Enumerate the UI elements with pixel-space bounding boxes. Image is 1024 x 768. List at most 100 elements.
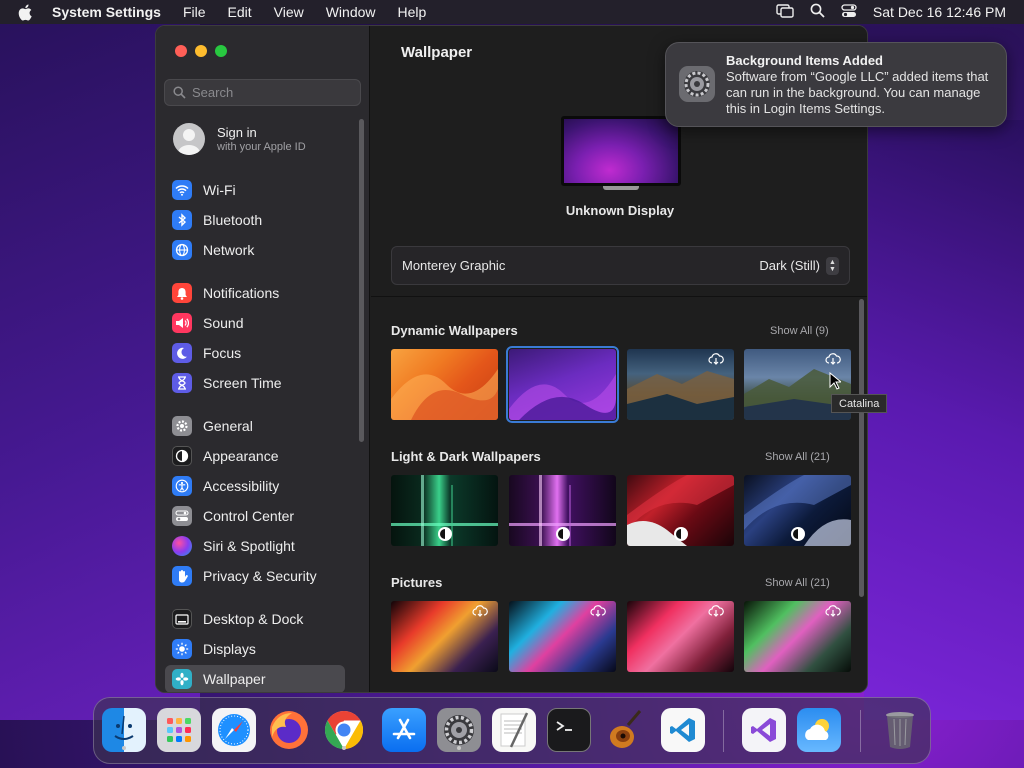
- sidebar-item-screen-time[interactable]: Screen Time: [165, 369, 345, 397]
- weather-icon: [805, 719, 829, 740]
- sidebar-item-label: Bluetooth: [203, 212, 263, 228]
- window-controls: [175, 45, 227, 57]
- wallpaper-thumb-big-sur[interactable]: [627, 349, 734, 420]
- apple-id-signin[interactable]: Sign in with your Apple ID: [173, 123, 306, 155]
- download-cloud-icon[interactable]: [472, 605, 488, 617]
- hourglass-icon: [172, 373, 192, 393]
- screen-mirroring-icon[interactable]: [776, 3, 794, 21]
- dock-garageband[interactable]: [604, 708, 648, 752]
- sidebar-item-label: Network: [203, 242, 255, 258]
- app-store-icon: [392, 718, 416, 740]
- sidebar-item-label: Notifications: [203, 285, 280, 301]
- wallpaper-thumb-picture-4[interactable]: [744, 601, 851, 672]
- bell-icon: [172, 283, 192, 303]
- dock-textedit[interactable]: [492, 708, 536, 752]
- light-dark-badge-icon: [556, 527, 570, 541]
- control-center-icon: [172, 506, 192, 526]
- sidebar-item-wifi[interactable]: Wi-Fi: [165, 176, 345, 204]
- dock-system-settings[interactable]: [437, 708, 481, 752]
- dock-app-store[interactable]: [382, 708, 426, 752]
- sidebar-item-control-center[interactable]: Control Center: [165, 502, 345, 530]
- avatar: [173, 123, 205, 155]
- sidebar-item-label: Desktop & Dock: [203, 611, 304, 627]
- guitar-icon: [610, 710, 642, 748]
- dock-visual-studio[interactable]: [742, 708, 786, 752]
- wallpaper-thumb-picture-2[interactable]: [509, 601, 616, 672]
- download-cloud-icon[interactable]: [825, 605, 841, 617]
- dock-terminal[interactable]: [547, 708, 591, 752]
- wallpaper-thumb-picture-1[interactable]: [391, 601, 498, 672]
- sidebar-item-accessibility[interactable]: Accessibility: [165, 472, 345, 500]
- wallpaper-thumb-monterey[interactable]: [506, 346, 619, 423]
- light-dark-badge-icon: [438, 527, 452, 541]
- sidebar-item-label: Focus: [203, 345, 242, 361]
- dock-trash[interactable]: [878, 708, 922, 752]
- download-cloud-icon[interactable]: [590, 605, 606, 617]
- menu-app-name[interactable]: System Settings: [52, 4, 161, 20]
- show-all-light-dark-button[interactable]: Show All (21): [765, 451, 830, 463]
- sidebar-item-appearance[interactable]: Appearance: [165, 442, 345, 470]
- control-center-icon[interactable]: [841, 3, 857, 21]
- menu-view[interactable]: View: [274, 4, 304, 20]
- search-field[interactable]: [164, 79, 361, 106]
- download-cloud-icon[interactable]: [825, 353, 841, 365]
- dock-launchpad[interactable]: [157, 708, 201, 752]
- menu-clock[interactable]: Sat Dec 16 12:46 PM: [873, 4, 1006, 20]
- menu-edit[interactable]: Edit: [228, 4, 252, 20]
- sidebar-item-bluetooth[interactable]: Bluetooth: [165, 206, 345, 234]
- menu-help[interactable]: Help: [398, 4, 427, 20]
- sidebar-item-privacy-security[interactable]: Privacy & Security: [165, 562, 345, 590]
- wallpaper-thumb-picture-3[interactable]: [627, 601, 734, 672]
- sidebar-item-siri-spotlight[interactable]: Siri & Spotlight: [165, 532, 345, 560]
- catalina-tooltip: Catalina: [831, 394, 888, 413]
- sidebar-item-focus[interactable]: Focus: [165, 339, 345, 367]
- wallpaper-thumb-light-dark-4[interactable]: [744, 475, 851, 546]
- dock-vscode[interactable]: [661, 708, 705, 752]
- download-cloud-icon[interactable]: [708, 353, 724, 365]
- show-all-pictures-button[interactable]: Show All (21): [765, 577, 830, 589]
- spotlight-search-icon[interactable]: [810, 3, 825, 21]
- wallpaper-thumb-light-dark-3[interactable]: [627, 475, 734, 546]
- sidebar-scrollbar[interactable]: [359, 119, 364, 442]
- sidebar-item-general[interactable]: General: [165, 412, 345, 440]
- appearance-popup[interactable]: Dark (Still) ▲ ▼: [759, 256, 839, 275]
- show-all-dynamic-button[interactable]: Show All (9): [770, 325, 829, 337]
- apple-menu-icon[interactable]: [18, 4, 36, 21]
- dock-weather[interactable]: [797, 708, 841, 752]
- textedit-icon: [500, 712, 529, 748]
- dock-finder[interactable]: [102, 708, 146, 752]
- safari-icon: [218, 714, 250, 746]
- sidebar-item-displays[interactable]: Displays: [165, 635, 345, 663]
- vscode-icon: [670, 718, 695, 742]
- globe-icon: [172, 240, 192, 260]
- dock-chrome[interactable]: [322, 708, 366, 752]
- dock-safari[interactable]: [212, 708, 256, 752]
- content-scrollbar[interactable]: [859, 299, 864, 597]
- sidebar-item-network[interactable]: Network: [165, 236, 345, 264]
- menu-file[interactable]: File: [183, 4, 206, 20]
- minimize-window-button[interactable]: [195, 45, 207, 57]
- sun-icon: [172, 639, 192, 659]
- close-window-button[interactable]: [175, 45, 187, 57]
- zoom-window-button[interactable]: [215, 45, 227, 57]
- sidebar-item-label: Accessibility: [203, 478, 280, 494]
- sidebar-item-label: Wi-Fi: [203, 182, 236, 198]
- wallpaper-thumb-light-dark-1[interactable]: [391, 475, 498, 546]
- menu-window[interactable]: Window: [326, 4, 376, 20]
- signin-subtitle: with your Apple ID: [217, 141, 306, 153]
- display-name: Unknown Display: [565, 203, 675, 218]
- launchpad-icon: [167, 718, 191, 742]
- wallpaper-thumb-ventura[interactable]: [391, 349, 498, 420]
- sidebar-item-sound[interactable]: Sound: [165, 309, 345, 337]
- speaker-icon: [172, 313, 192, 333]
- sidebar-item-wallpaper[interactable]: Wallpaper: [165, 665, 345, 692]
- sidebar-item-notifications[interactable]: Notifications: [165, 279, 345, 307]
- wallpaper-thumb-light-dark-2[interactable]: [509, 475, 616, 546]
- divider: [371, 296, 867, 297]
- download-cloud-icon[interactable]: [708, 605, 724, 617]
- dock-firefox[interactable]: [267, 708, 311, 752]
- sidebar-item-desktop-dock[interactable]: Desktop & Dock: [165, 605, 345, 633]
- search-input[interactable]: [192, 85, 342, 100]
- appearance-icon: [172, 446, 192, 466]
- notification-banner[interactable]: Background Items Added Software from “Go…: [665, 42, 1007, 127]
